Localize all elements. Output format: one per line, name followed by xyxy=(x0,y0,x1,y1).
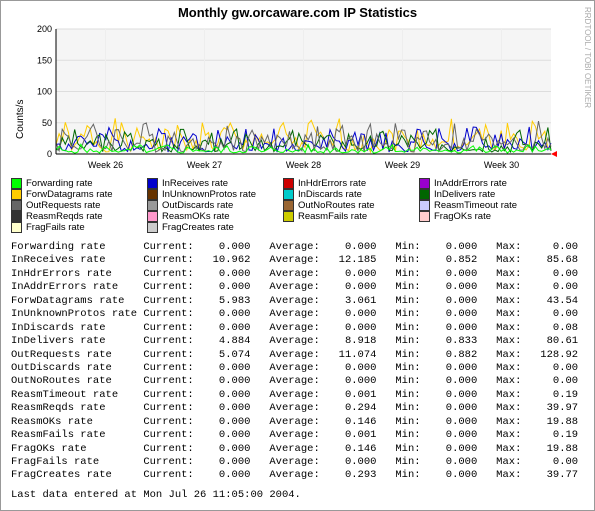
legend-swatch xyxy=(419,189,430,200)
stat-row: OutNoRoutes rate Current: 0.000 Average:… xyxy=(11,375,584,388)
legend-swatch xyxy=(419,200,430,211)
legend-swatch xyxy=(11,200,22,211)
legend-item: OutRequests rate xyxy=(11,200,139,211)
stat-row: InHdrErrors rate Current: 0.000 Average:… xyxy=(11,268,584,281)
legend-swatch xyxy=(419,211,430,222)
stat-row: InAddrErrors rate Current: 0.000 Average… xyxy=(11,281,584,294)
legend-item: InAddrErrors rate xyxy=(419,178,547,189)
legend-item: ReasmTimeout rate xyxy=(419,200,547,211)
legend-label: ForwDatagrams rate xyxy=(26,189,113,200)
legend-swatch xyxy=(283,211,294,222)
legend-item: ReasmReqds rate xyxy=(11,211,139,222)
legend-label: OutNoRoutes rate xyxy=(298,200,375,211)
legend-label: InReceives rate xyxy=(162,178,228,189)
stat-row: OutDiscards rate Current: 0.000 Average:… xyxy=(11,362,584,375)
legend-item: InReceives rate xyxy=(147,178,275,189)
stat-row: ReasmReqds rate Current: 0.000 Average: … xyxy=(11,402,584,415)
legend-label: InAddrErrors rate xyxy=(434,178,507,189)
legend-label: InUnknownProtos rate xyxy=(162,189,256,200)
legend-label: FragCreates rate xyxy=(162,222,234,233)
legend-swatch xyxy=(11,189,22,200)
stat-row: ForwDatagrams rate Current: 5.983 Averag… xyxy=(11,295,584,308)
stat-row: ReasmOKs rate Current: 0.000 Average: 0.… xyxy=(11,416,584,429)
legend-item: ForwDatagrams rate xyxy=(11,189,139,200)
legend-item: InUnknownProtos rate xyxy=(147,189,275,200)
legend-label: FragFails rate xyxy=(26,222,85,233)
legend-swatch xyxy=(147,178,158,189)
chart-svg: 0 50 100 150 200 Week 26 Week 27 Week 28 Week 29… xyxy=(26,24,566,174)
legend-label: ReasmReqds rate xyxy=(26,211,103,222)
legend-swatch xyxy=(283,200,294,211)
stats-table: Forwarding rate Current: 0.000 Average: … xyxy=(1,237,594,487)
legend-label: ReasmOKs rate xyxy=(162,211,230,222)
stat-row: FragOKs rate Current: 0.000 Average: 0.1… xyxy=(11,443,584,456)
legend-item: ReasmFails rate xyxy=(283,211,411,222)
stat-row: InReceives rate Current: 10.962 Average:… xyxy=(11,254,584,267)
svg-text:Week 26: Week 26 xyxy=(88,160,123,170)
legend-swatch xyxy=(283,178,294,189)
legend-swatch xyxy=(147,200,158,211)
stat-row: InDiscards rate Current: 0.000 Average: … xyxy=(11,322,584,335)
svg-text:50: 50 xyxy=(42,118,52,128)
svg-text:200: 200 xyxy=(37,24,52,34)
legend-swatch xyxy=(11,222,22,233)
legend-swatch xyxy=(419,178,430,189)
legend-item: ReasmOKs rate xyxy=(147,211,275,222)
stat-row: InUnknownProtos rate Current: 0.000 Aver… xyxy=(11,308,584,321)
legend-item: FragCreates rate xyxy=(147,222,275,233)
stat-row: OutRequests rate Current: 5.074 Average:… xyxy=(11,349,584,362)
legend-label: ReasmTimeout rate xyxy=(434,200,517,211)
legend-swatch xyxy=(147,222,158,233)
legend-swatch xyxy=(11,178,22,189)
legend-label: InHdrErrors rate xyxy=(298,178,366,189)
legend-swatch xyxy=(147,211,158,222)
legend-item: InHdrErrors rate xyxy=(283,178,411,189)
legend-item: Forwarding rate xyxy=(11,178,139,189)
legend-item: FragOKs rate xyxy=(419,211,547,222)
stat-row: FragCreates rate Current: 0.000 Average:… xyxy=(11,469,584,482)
y-axis-label: Counts/s xyxy=(11,64,26,174)
svg-text:150: 150 xyxy=(37,55,52,65)
footer-timestamp: Last data entered at Mon Jul 26 11:05:00… xyxy=(1,487,594,503)
svg-text:100: 100 xyxy=(37,87,52,97)
legend-label: InDiscards rate xyxy=(298,189,362,200)
stat-row: ReasmTimeout rate Current: 0.000 Average… xyxy=(11,389,584,402)
legend-swatch xyxy=(11,211,22,222)
svg-text:Week 27: Week 27 xyxy=(187,160,222,170)
legend-item: FragFails rate xyxy=(11,222,139,233)
chart-area: Counts/s 0 50 100 150 200 Week 26 Week 27 Week … xyxy=(1,24,594,174)
stat-row: FragFails rate Current: 0.000 Average: 0… xyxy=(11,456,584,469)
legend-label: InDelivers rate xyxy=(434,189,495,200)
legend-label: Forwarding rate xyxy=(26,178,93,189)
legend-label: FragOKs rate xyxy=(434,211,491,222)
svg-text:0: 0 xyxy=(47,149,52,159)
legend-item: InDelivers rate xyxy=(419,189,547,200)
legend-label: ReasmFails rate xyxy=(298,211,367,222)
svg-text:Week 29: Week 29 xyxy=(385,160,420,170)
legend-swatch xyxy=(147,189,158,200)
chart-plot: 0 50 100 150 200 Week 26 Week 27 Week 28 Week 29… xyxy=(26,24,584,174)
rrdtool-credit: RRDTOOL / TOBI OETIKER xyxy=(583,7,592,108)
legend-item: OutDiscards rate xyxy=(147,200,275,211)
legend-label: OutDiscards rate xyxy=(162,200,233,211)
stat-row: Forwarding rate Current: 0.000 Average: … xyxy=(11,241,584,254)
legend-item: InDiscards rate xyxy=(283,189,411,200)
svg-text:Week 28: Week 28 xyxy=(286,160,321,170)
legend-label: OutRequests rate xyxy=(26,200,100,211)
legend-swatch xyxy=(283,189,294,200)
legend-item: OutNoRoutes rate xyxy=(283,200,411,211)
stat-row: InDelivers rate Current: 4.884 Average: … xyxy=(11,335,584,348)
chart-title: Monthly gw.orcaware.com IP Statistics xyxy=(1,1,594,24)
stat-row: ReasmFails rate Current: 0.000 Average: … xyxy=(11,429,584,442)
svg-text:Week 30: Week 30 xyxy=(484,160,519,170)
rrdtool-graph: RRDTOOL / TOBI OETIKER Monthly gw.orcawa… xyxy=(0,0,595,511)
legend: Forwarding rate InReceives rate InHdrError… xyxy=(1,174,594,237)
